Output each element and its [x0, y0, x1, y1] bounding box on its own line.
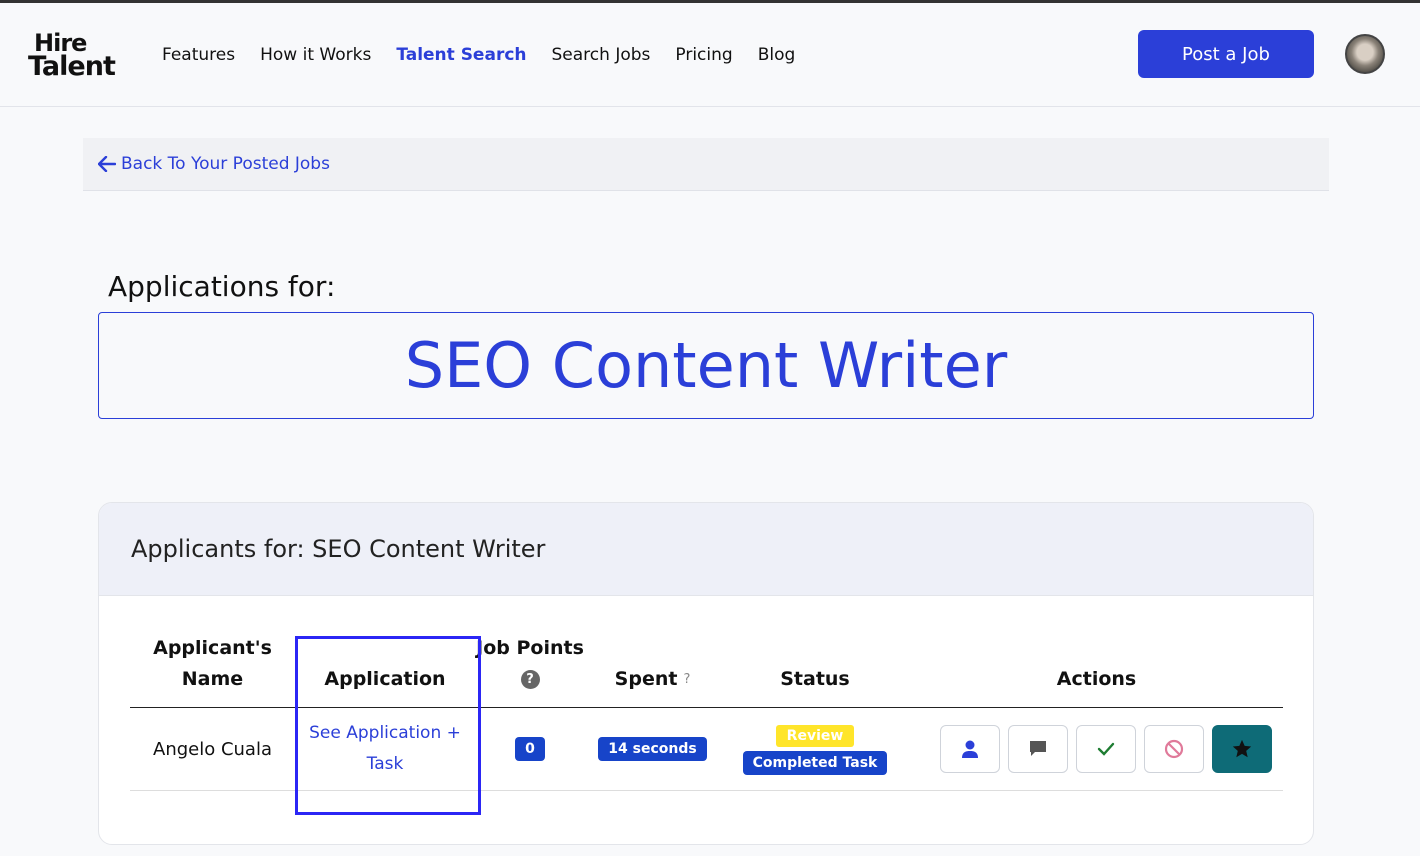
application-cell: See Application + Task: [295, 707, 475, 791]
star-icon: [1232, 739, 1252, 758]
col-applicant-name: Applicant's Name: [130, 633, 295, 708]
action-buttons: [910, 725, 1283, 773]
completed-task-badge: Completed Task: [742, 750, 888, 775]
applicants-card: Applicants for: SEO Content Writer Appli…: [98, 502, 1314, 845]
actions-cell: [910, 707, 1283, 791]
nav-blog[interactable]: Blog: [758, 43, 796, 67]
logo-line-2: Talent: [28, 51, 116, 82]
nav-talent-search[interactable]: Talent Search: [396, 43, 526, 67]
back-link-label: Back To Your Posted Jobs: [121, 154, 330, 174]
table-header-row: Applicant's Name Application Job Points …: [130, 633, 1283, 708]
arrow-left-icon: [98, 156, 116, 172]
col-spent: Spent?: [585, 633, 720, 708]
favorite-button[interactable]: [1212, 725, 1272, 773]
view-profile-button[interactable]: [940, 725, 1000, 773]
spent-help-icon[interactable]: ?: [683, 672, 690, 687]
ban-icon: [1164, 739, 1184, 759]
comment-icon: [1030, 741, 1046, 756]
reject-button[interactable]: [1144, 725, 1204, 773]
nav-how-it-works[interactable]: How it Works: [260, 43, 371, 67]
post-a-job-button[interactable]: Post a Job: [1138, 30, 1314, 78]
see-application-link[interactable]: See Application + Task: [305, 718, 465, 780]
job-title-box: SEO Content Writer: [98, 312, 1314, 419]
applicants-table: Applicant's Name Application Job Points …: [130, 633, 1283, 791]
main-nav: Features How it Works Talent Search Sear…: [162, 43, 820, 67]
job-points-help-icon[interactable]: ?: [520, 670, 540, 689]
nav-features[interactable]: Features: [162, 43, 235, 67]
col-status: Status: [720, 633, 910, 708]
message-button[interactable]: [1008, 725, 1068, 773]
site-header: Hire Talent Features How it Works Talent…: [0, 3, 1420, 107]
col-actions: Actions: [910, 633, 1283, 708]
nav-search-jobs[interactable]: Search Jobs: [552, 43, 651, 67]
applicants-card-header: Applicants for: SEO Content Writer: [99, 503, 1313, 596]
nav-pricing[interactable]: Pricing: [675, 43, 732, 67]
col-job-points: Job Points ?: [475, 633, 585, 708]
check-icon: [1097, 742, 1115, 756]
applicants-card-title: Applicants for: SEO Content Writer: [131, 535, 546, 563]
back-to-posted-jobs-link[interactable]: Back To Your Posted Jobs: [98, 154, 330, 174]
job-title: SEO Content Writer: [404, 329, 1008, 402]
back-bar: Back To Your Posted Jobs: [83, 138, 1329, 191]
approve-button[interactable]: [1076, 725, 1136, 773]
review-status-badge: Review: [775, 724, 855, 747]
applicant-name: Angelo Cuala: [130, 707, 295, 791]
applications-for-heading: Applications for:: [108, 270, 336, 303]
job-points-cell: 0: [475, 707, 585, 791]
user-icon: [962, 740, 978, 758]
status-cell: Review Completed Task: [720, 707, 910, 791]
spent-cell: 14 seconds: [585, 707, 720, 791]
job-points-badge: 0: [515, 737, 545, 761]
spent-badge: 14 seconds: [598, 737, 707, 761]
user-avatar[interactable]: [1345, 34, 1385, 74]
col-application: Application: [295, 633, 475, 708]
table-row: Angelo Cuala See Application + Task 0 14…: [130, 707, 1283, 791]
hire-talent-logo[interactable]: Hire Talent: [28, 31, 128, 81]
